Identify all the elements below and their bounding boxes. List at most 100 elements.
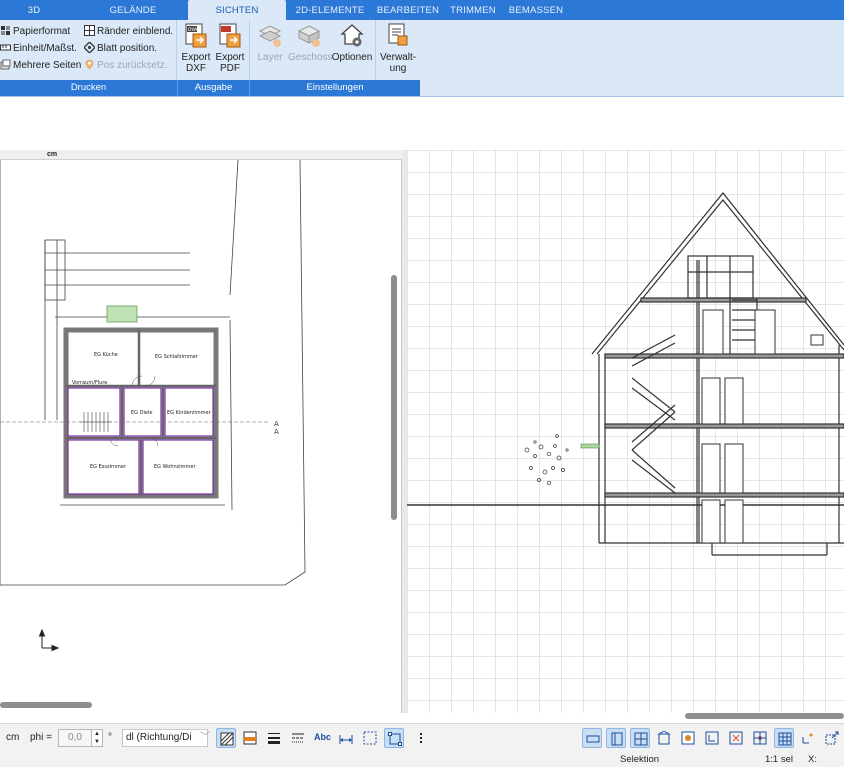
section-view-icon — [611, 732, 623, 746]
phi-input[interactable]: 0,0 — [58, 729, 92, 747]
corner-snap-button[interactable] — [702, 728, 722, 748]
raender-einblenden-button[interactable]: Ränder einblend. — [84, 24, 173, 40]
plan-view-icon — [586, 735, 600, 743]
status-mode: Selektion — [620, 754, 660, 765]
pos-reset-label: Pos zurücksetz. — [97, 60, 168, 71]
export-pdf-icon — [219, 23, 241, 48]
group-separator — [176, 20, 177, 80]
view-mode-section-button[interactable] — [606, 728, 626, 748]
selection-frame-icon — [363, 731, 377, 745]
floor-plan-view[interactable]: cm A A EG Küche EG Schlafzimmer Vorraum/… — [0, 150, 402, 713]
verwaltung-label-1: Verwalt- — [379, 52, 417, 63]
ribbon: Papierformat Einheit/Maßst. Mehrere Seit… — [0, 20, 844, 97]
pages-icon — [0, 59, 11, 70]
grid-point-snap-button[interactable] — [750, 728, 770, 748]
walls-icon — [634, 732, 648, 746]
export-dxf-label-1: Export — [181, 52, 211, 63]
view-mode-plan-button[interactable] — [582, 728, 602, 748]
ortho-icon — [802, 733, 813, 744]
line-weight-icon — [268, 733, 280, 744]
ruler-icon — [0, 42, 11, 53]
top-ruler: cm — [0, 150, 402, 160]
group-label-ausgabe: Ausgabe — [177, 80, 249, 96]
line-weight-button[interactable] — [264, 728, 284, 748]
optionen-button[interactable]: Optionen — [331, 22, 373, 63]
layer-icon — [258, 25, 282, 47]
group-label-drucken: Drucken — [70, 82, 107, 93]
group-separator — [249, 20, 250, 80]
unit-label: cm — [6, 732, 20, 743]
ribbon-group-label-bar: Drucken Ausgabe Einstellungen — [0, 80, 420, 96]
verwaltung-label-2: ung — [389, 63, 407, 74]
direction-select[interactable]: dl (Richtung/Di — [122, 729, 208, 747]
snap-frame-button[interactable] — [384, 728, 404, 748]
location-pin-icon — [84, 59, 95, 70]
vertical-scrollbar[interactable] — [391, 275, 397, 520]
verwaltung-button[interactable]: Verwalt- ung — [378, 22, 418, 74]
room-label-kinderzimmer: EG Kinderzimmer — [167, 410, 212, 416]
export-pdf-button[interactable]: Export PDF — [214, 22, 246, 74]
blatt-label: Blatt position. — [97, 43, 158, 54]
layer-button[interactable]: Layer — [254, 22, 286, 63]
tab-bemassen[interactable]: BEMASSEN — [504, 0, 568, 20]
section-marker: A A — [274, 420, 279, 436]
papierformat-button[interactable]: Papierformat — [0, 24, 70, 40]
svg-text:DWG: DWG — [188, 27, 200, 33]
room-label-vorraum: Vorraum/Flure — [72, 380, 107, 386]
dimension-tool-button[interactable] — [336, 728, 356, 748]
blatt-positionieren-button[interactable]: Blatt position. — [83, 41, 158, 57]
export-dxf-button[interactable]: DWG Export DXF — [180, 22, 212, 74]
selection-frame-button[interactable] — [360, 728, 380, 748]
chevron-down-icon[interactable]: ﹀ — [200, 732, 210, 744]
text-tool-button[interactable]: Abc — [312, 728, 334, 748]
status-x-coordinate: X: — [808, 754, 817, 765]
room-label-schlafzimmer: EG Schlafzimmer — [155, 354, 199, 360]
tab-trimmen[interactable]: TRIMMEN — [446, 0, 500, 20]
horizontal-scrollbar[interactable] — [0, 702, 92, 708]
tab-sichten[interactable]: SICHTEN — [188, 0, 286, 20]
phi-stepper[interactable]: ▲ ▼ — [91, 729, 103, 747]
pos-zuruecksetzen-button[interactable]: Pos zurücksetz. — [84, 58, 168, 74]
room-label-wohnzimmer: EG Wohnzimmer — [154, 464, 197, 470]
geschoss-button[interactable]: Geschoss — [288, 22, 333, 63]
zoom-extent-button[interactable] — [822, 728, 842, 748]
building-view-button[interactable] — [654, 728, 674, 748]
room-label-diele: EG Diele — [131, 410, 152, 416]
fill-tool-button[interactable] — [240, 728, 260, 748]
mehrere-seiten-label: Mehrere Seiten — [13, 60, 82, 71]
ortho-snap-button[interactable] — [798, 728, 818, 748]
einheit-massstab-label: Einheit/Maßst. — [13, 43, 77, 54]
grid-toggle-button[interactable] — [774, 728, 794, 748]
horizontal-scrollbar[interactable] — [685, 713, 844, 719]
tab-2d-elemente[interactable]: 2D-ELEMENTE — [290, 0, 370, 20]
ruler-unit-label: cm — [47, 151, 58, 158]
hatch-icon — [220, 732, 234, 746]
grid-icon — [778, 732, 792, 746]
geschoss-label: Geschoss — [288, 52, 333, 63]
tab-bearbeiten[interactable]: BEARBEITEN — [374, 0, 442, 20]
line-style-button[interactable] — [288, 728, 308, 748]
margins-icon — [84, 25, 95, 36]
snap-frame-icon — [388, 732, 402, 746]
room-label-kueche: EG Küche — [94, 352, 118, 358]
image-view-button[interactable] — [678, 728, 698, 748]
corner-snap-icon — [705, 731, 719, 745]
center-snap-button[interactable] — [726, 728, 746, 748]
hatch-tool-button[interactable] — [216, 728, 236, 748]
tab-3d[interactable]: 3D — [0, 0, 68, 20]
more-options-icon[interactable] — [414, 728, 428, 748]
grid-point-icon — [753, 731, 767, 745]
dimension-icon — [339, 735, 353, 744]
section-view[interactable] — [407, 150, 844, 719]
zoom-extent-icon — [825, 731, 839, 745]
view-mode-walls-button[interactable] — [630, 728, 650, 748]
house-settings-icon — [340, 24, 364, 47]
status-selection: 1:1 sel — [765, 754, 793, 765]
tab-gelaende[interactable]: GELÄNDE — [98, 0, 168, 20]
einheit-massstab-button[interactable]: Einheit/Maßst. — [0, 41, 77, 57]
ribbon-tab-bar: 3D GELÄNDE SICHTEN 2D-ELEMENTE BEARBEITE… — [0, 0, 844, 20]
raender-label: Ränder einblend. — [97, 26, 174, 37]
text-tool-label: Abc — [314, 732, 332, 742]
mehrere-seiten-button[interactable]: Mehrere Seiten — [0, 58, 81, 74]
manage-icon — [388, 23, 408, 46]
